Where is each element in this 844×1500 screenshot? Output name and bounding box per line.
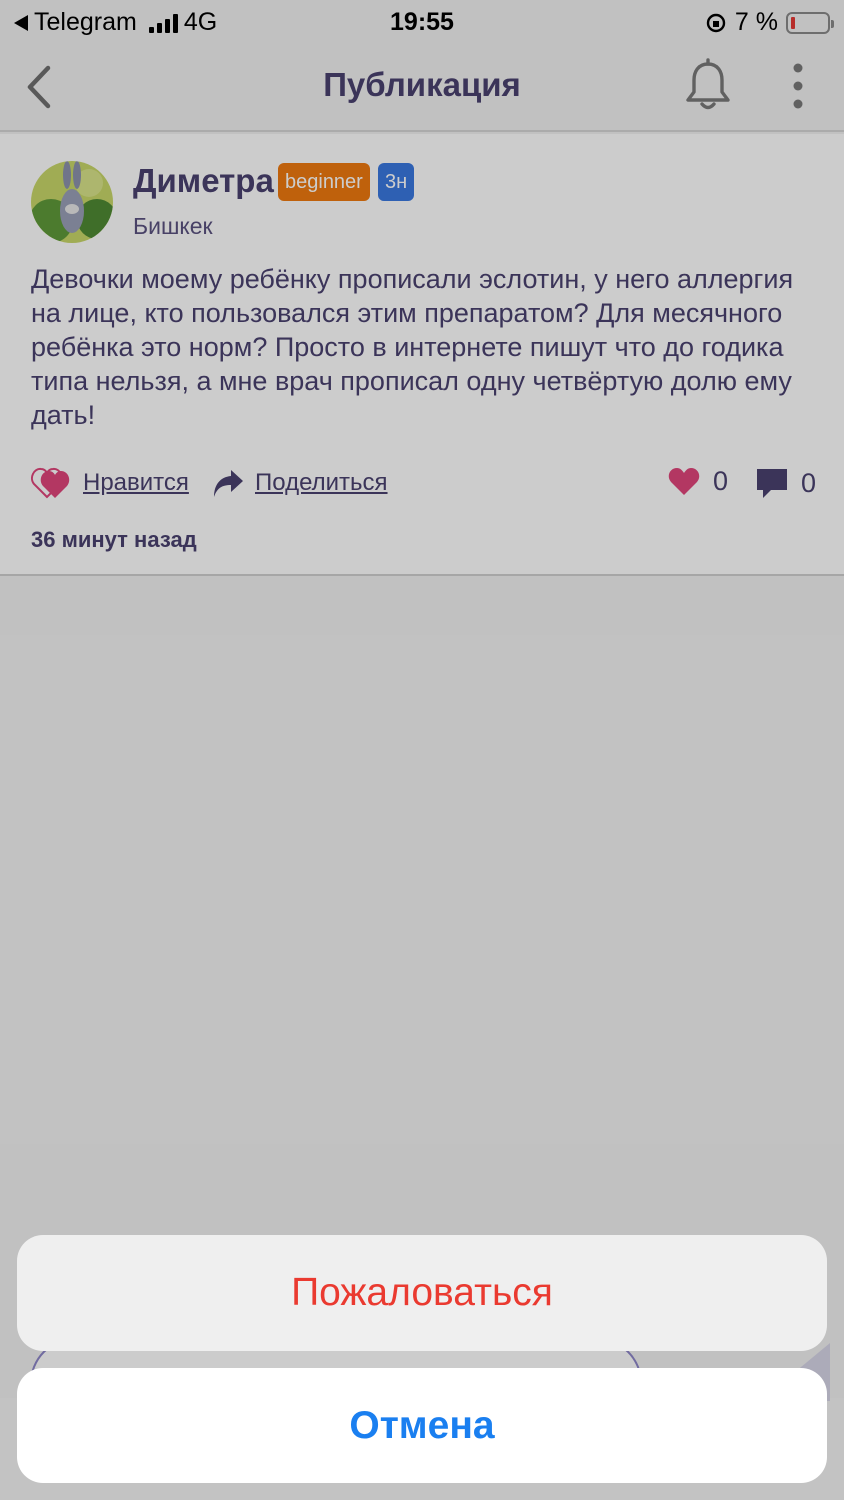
report-button[interactable]: Пожаловаться <box>17 1235 827 1351</box>
cancel-button[interactable]: Отмена <box>17 1368 827 1483</box>
